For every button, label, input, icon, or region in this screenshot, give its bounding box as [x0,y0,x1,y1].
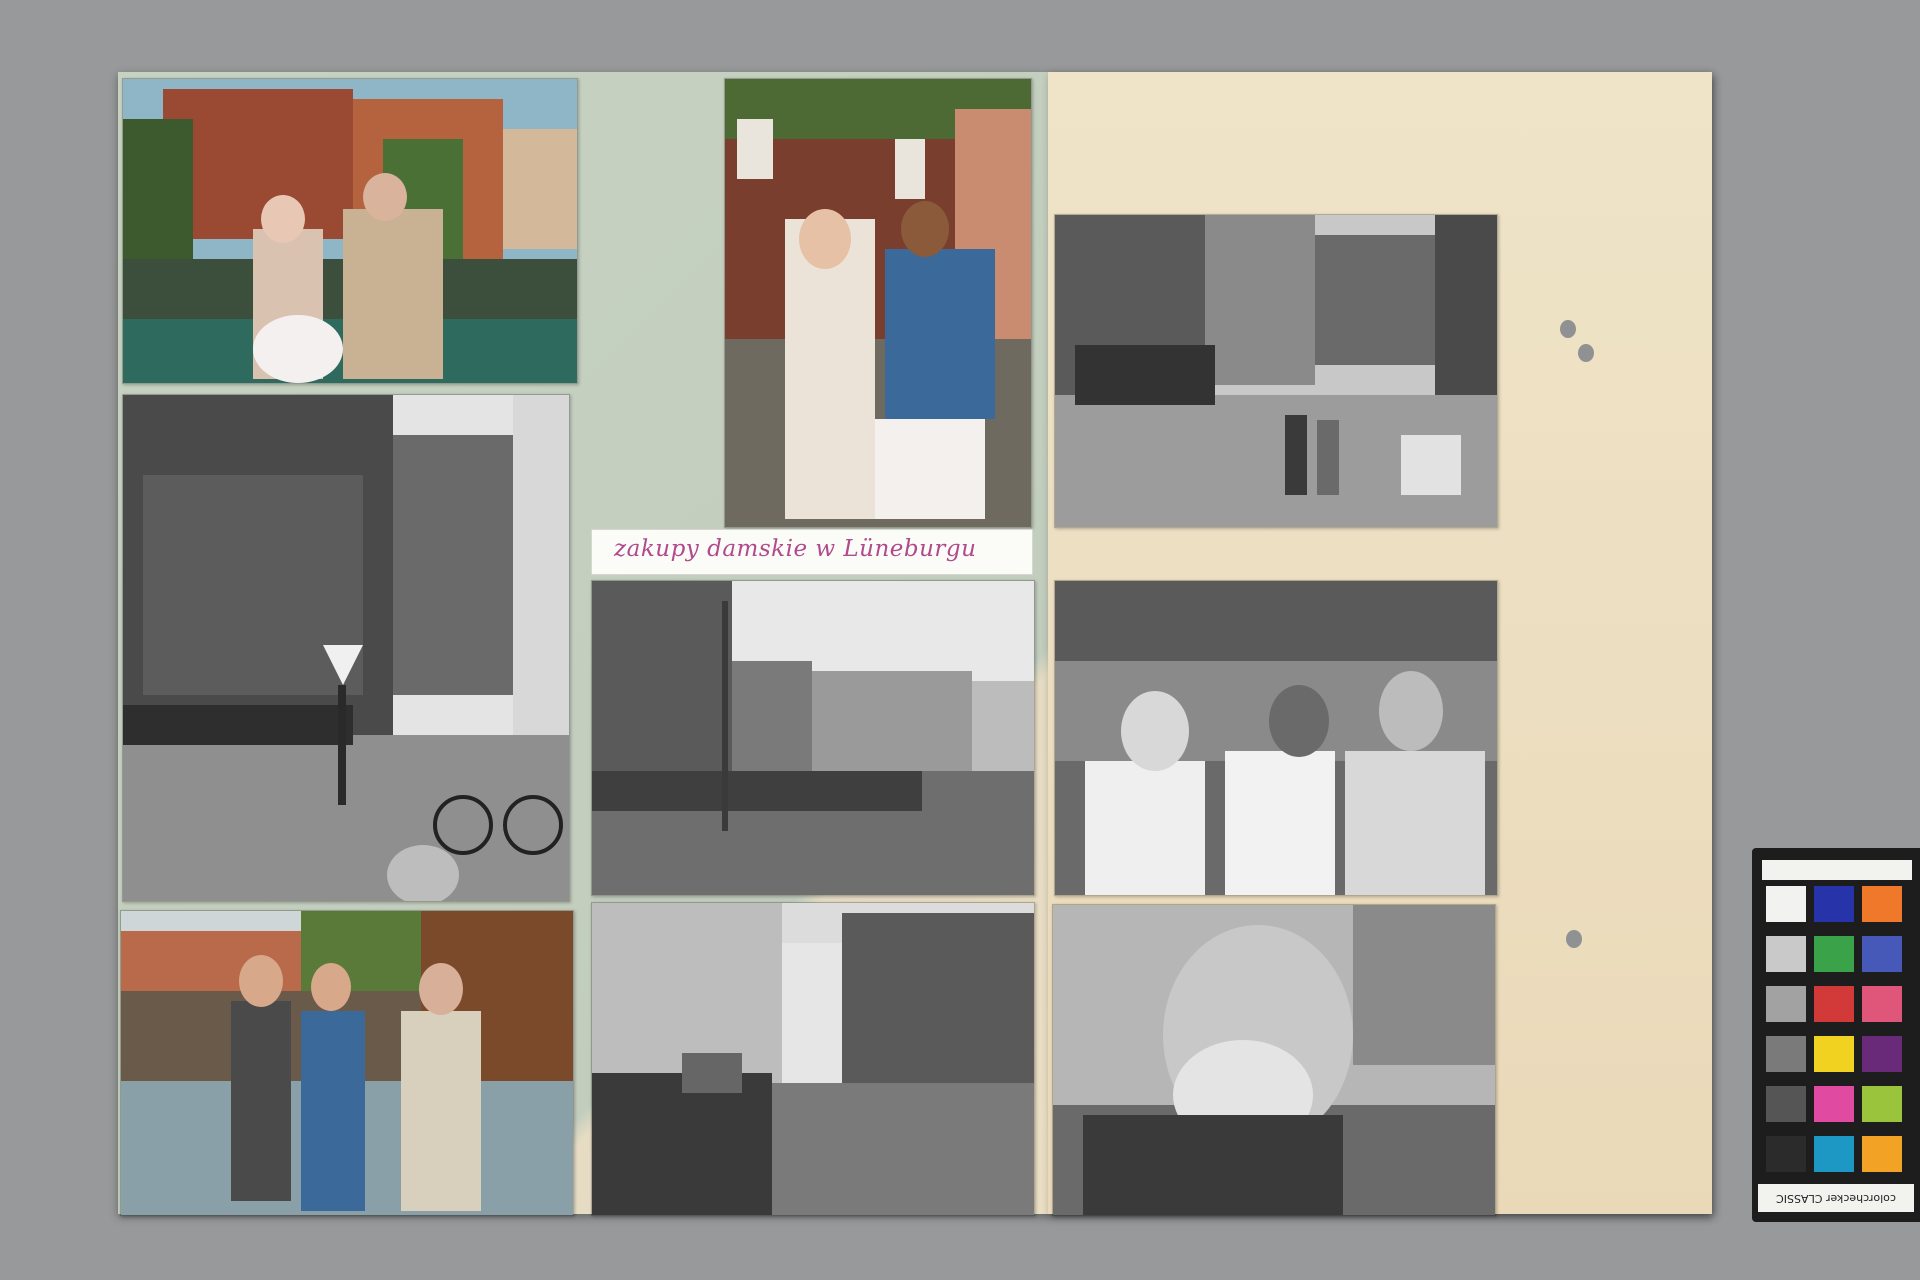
binder-hole [1566,930,1582,948]
color-swatch [1862,886,1902,922]
color-swatch [1862,986,1902,1022]
color-swatch [1814,936,1854,972]
color-swatch [1766,1136,1806,1172]
photo-women-shopping [724,78,1032,528]
color-swatch [1814,986,1854,1022]
color-swatch [1766,986,1806,1022]
photo-narrow-street [591,902,1035,1216]
color-swatch [1862,1036,1902,1072]
color-swatch [1862,936,1902,972]
color-checker-card: colorchecker CLASSIC [1752,848,1920,1222]
photo-street-corner-building [122,394,570,902]
caption-text: zakupy damskie w Lüneburgu [614,536,977,562]
binder-hole [1560,320,1576,338]
color-swatch [1862,1136,1902,1172]
photo-couple-riverside [122,78,578,384]
handwritten-caption: zakupy damskie w Lüneburgu [591,529,1033,575]
color-swatch [1814,886,1854,922]
checker-ruler [1762,860,1912,880]
color-swatch [1814,1086,1854,1122]
checker-brand-label: colorchecker CLASSIC [1758,1184,1914,1212]
binder-hole [1578,344,1594,362]
color-swatch [1862,1086,1902,1122]
photo-group-at-bridge [120,910,574,1216]
color-swatch [1814,1036,1854,1072]
color-swatch [1766,936,1806,972]
photo-shopping-street [1054,214,1498,528]
color-swatch [1766,886,1806,922]
photo-market-square [591,580,1035,896]
color-swatch [1814,1136,1854,1172]
photo-portrait-bearded-man [1052,904,1496,1216]
color-swatch [1766,1036,1806,1072]
photo-three-friends-seated [1054,580,1498,896]
color-swatch [1766,1086,1806,1122]
